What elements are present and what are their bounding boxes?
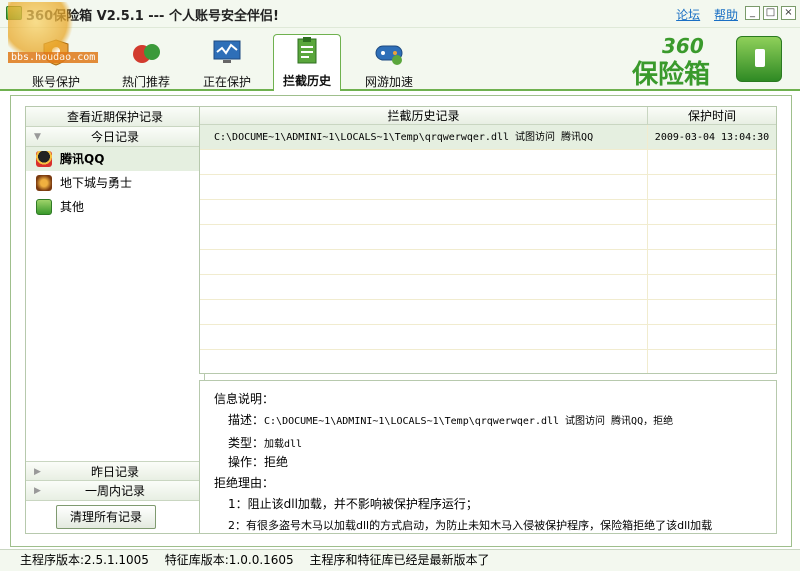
tab-protecting[interactable]: 正在保护 <box>193 36 261 91</box>
clear-all-records-button[interactable]: 清理所有记录 <box>56 505 156 529</box>
empty-row <box>200 225 776 250</box>
main-version: 主程序版本:2.5.1.1005 <box>20 553 149 567</box>
title-links: 论坛 帮助 <box>666 6 738 23</box>
section-week[interactable]: ▶ 一周内记录 <box>26 481 204 501</box>
empty-row <box>200 325 776 350</box>
empty-row <box>200 275 776 300</box>
window-controls: _ □ × <box>745 6 796 20</box>
update-status: 主程序和特征库已经是最新版本了 <box>309 553 490 567</box>
minimize-button[interactable]: _ <box>745 6 760 20</box>
reason-1: 1：阻止该dll加载，并不影响被保护程序运行； <box>228 497 478 511</box>
recommend-icon <box>133 44 160 63</box>
column-header-time[interactable]: 保护时间 <box>648 107 776 124</box>
tab-label: 拦截历史 <box>282 74 331 88</box>
sidebar-item-label: 地下城与勇士 <box>60 176 133 190</box>
tab-label: 网游加速 <box>364 75 413 89</box>
tab-account-protect[interactable]: 账号保护 <box>22 36 90 91</box>
table-row[interactable]: C:\DOCUME~1\ADMINI~1\LOCALS~1\Temp\qrqwe… <box>200 125 776 150</box>
monitor-icon <box>213 40 241 63</box>
qq-penguin-icon <box>36 151 52 167</box>
section-today[interactable]: ▼ 今日记录 <box>26 127 204 147</box>
sidebar-item-qq[interactable]: 腾讯QQ <box>26 147 204 171</box>
dnf-game-icon <box>36 175 52 191</box>
button-area: 清理所有记录 <box>26 501 204 533</box>
sidebar-item-dnf[interactable]: 地下城与勇士 <box>26 171 204 195</box>
history-table: 拦截历史记录 保护时间 C:\DOCUME~1\ADMINI~1\LOCALS~… <box>199 106 777 374</box>
tab-label: 正在保护 <box>202 75 251 89</box>
cell-time: 2009-03-04 13:04:30 <box>654 132 770 143</box>
signature-version: 特征库版本:1.0.0.1605 <box>164 553 294 567</box>
empty-row <box>200 300 776 325</box>
empty-row <box>200 150 776 175</box>
empty-row <box>200 350 776 373</box>
help-link[interactable]: 帮助 <box>714 8 738 22</box>
forum-link[interactable]: 论坛 <box>676 8 700 22</box>
empty-row <box>200 200 776 225</box>
type-value: 加载dll <box>264 439 303 450</box>
info-type: 类型：加载dll <box>214 431 776 452</box>
gamepad-icon <box>375 45 403 65</box>
section-yesterday[interactable]: ▶ 昨日记录 <box>26 461 204 481</box>
title-bar: 360保险箱 V2.5.1 --- 个人账号安全伴侣! 论坛 帮助 _ □ × <box>0 0 800 28</box>
collapsed-arrow-icon: ▶ <box>34 486 41 496</box>
reason-2: 2：有很多盗号木马以加载dll的方式启动，为防止未知木马入侵被保护程序，保险箱拒… <box>228 519 713 532</box>
brand-logo: 360 保险箱 <box>632 34 782 90</box>
section-label: 一周内记录 <box>84 484 145 498</box>
column-header-record[interactable]: 拦截历史记录 <box>200 107 648 124</box>
tab-label: 热门推荐 <box>121 75 170 89</box>
sidebar-item-label: 其他 <box>60 200 85 214</box>
sidebar-item-other[interactable]: 其他 <box>26 195 204 219</box>
tab-label: 账号保护 <box>31 75 80 89</box>
sidebar-bottom: ▶ 昨日记录 ▶ 一周内记录 清理所有记录 <box>26 461 204 533</box>
toolbar-header: 账号保护 热门推荐 正在保护 拦截历史 网游加速 360 保险箱 <box>0 28 800 91</box>
cell-record: C:\DOCUME~1\ADMINI~1\LOCALS~1\Temp\qrqwe… <box>200 125 648 149</box>
tab-game-accel[interactable]: 网游加速 <box>355 36 423 91</box>
desc-value: C:\DOCUME~1\ADMINI~1\LOCALS~1\Temp\qrqwe… <box>264 416 674 427</box>
brand-name: 保险箱 <box>632 60 711 90</box>
tab-block-history[interactable]: 拦截历史 <box>273 34 341 91</box>
window-title: 360保险箱 V2.5.1 --- 个人账号安全伴侣! <box>26 9 279 24</box>
info-panel: 信息说明： 描述：C:\DOCUME~1\ADMINI~1\LOCALS~1\T… <box>199 380 777 534</box>
safe-box-icon <box>736 36 782 82</box>
empty-row <box>200 250 776 275</box>
sidebar-item-label: 腾讯QQ <box>60 152 105 166</box>
close-button[interactable]: × <box>781 6 796 20</box>
record-sidebar: 查看近期保护记录 ▼ 今日记录 腾讯QQ 地下城与勇士 其他 ▶ 昨日记录 ▶ … <box>25 106 205 534</box>
info-action: 操作：拒绝 <box>214 452 776 473</box>
info-desc: 描述：C:\DOCUME~1\ADMINI~1\LOCALS~1\Temp\qr… <box>214 410 776 431</box>
other-app-icon <box>36 199 52 215</box>
empty-row <box>200 175 776 200</box>
collapsed-arrow-icon: ▶ <box>34 467 41 477</box>
sidebar-header: 查看近期保护记录 <box>26 107 204 127</box>
tab-recommend[interactable]: 热门推荐 <box>112 36 180 91</box>
status-bar: 主程序版本:2.5.1.1005 特征库版本:1.0.0.1605 主程序和特征… <box>0 549 800 571</box>
maximize-button[interactable]: □ <box>763 6 778 20</box>
section-label: 昨日记录 <box>90 465 139 479</box>
desc-label: 描述： <box>228 413 265 427</box>
main-panel: 查看近期保护记录 ▼ 今日记录 腾讯QQ 地下城与勇士 其他 ▶ 昨日记录 ▶ … <box>10 95 792 547</box>
action-label: 操作： <box>228 455 265 469</box>
action-value: 拒绝 <box>264 455 289 469</box>
table-header: 拦截历史记录 保护时间 <box>200 107 776 125</box>
app-icon <box>6 6 22 20</box>
history-clipboard-icon <box>297 37 317 64</box>
section-label: 今日记录 <box>90 130 139 144</box>
account-shield-icon <box>43 39 69 66</box>
reason-heading: 拒绝理由： <box>214 476 275 490</box>
expanded-arrow-icon: ▼ <box>34 132 41 142</box>
type-label: 类型： <box>228 436 265 450</box>
info-heading: 信息说明： <box>214 392 275 406</box>
